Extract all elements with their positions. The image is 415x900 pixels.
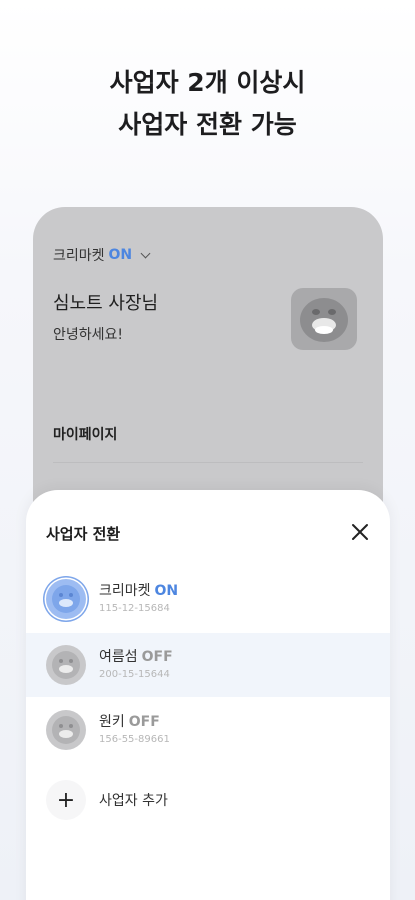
- business-item-2[interactable]: 원키 OFF 156-55-89661: [26, 698, 390, 762]
- plus-icon: +: [46, 780, 86, 820]
- business-name-row: 크리마켓 ON: [99, 580, 178, 600]
- greeting-text: 안녕하세요!: [53, 327, 124, 343]
- divider: [53, 462, 363, 463]
- store-selector[interactable]: 크리마켓 ON: [53, 245, 151, 265]
- business-switch-sheet: 사업자 전환 크리마켓 ON 115-12-15684 여름섬 OFF 200-…: [26, 490, 390, 900]
- add-business-button[interactable]: + 사업자 추가: [26, 780, 390, 820]
- business-name-row: 원키 OFF: [99, 711, 160, 731]
- business-avatar-active: [46, 579, 86, 619]
- business-name: 원키: [99, 714, 125, 730]
- owner-title: 심노트 사장님: [53, 293, 159, 314]
- character-face-icon: [52, 716, 80, 744]
- character-face-icon: [52, 585, 80, 613]
- close-icon[interactable]: [350, 522, 370, 542]
- business-name-row: 여름섬 OFF: [99, 646, 173, 666]
- business-number: 115-12-15684: [99, 603, 170, 614]
- headline: 사업자 2개 이상시 사업자 전환 가능: [0, 62, 415, 146]
- business-status: OFF: [128, 714, 160, 730]
- sheet-title: 사업자 전환: [46, 525, 121, 543]
- business-name: 크리마켓: [99, 583, 151, 599]
- business-item-1[interactable]: 여름섬 OFF 200-15-15644: [26, 633, 390, 697]
- headline-line-2: 사업자 전환 가능: [118, 110, 297, 139]
- business-status: ON: [154, 583, 179, 599]
- menu-mypage[interactable]: 마이페이지: [53, 424, 117, 444]
- headline-line-1: 사업자 2개 이상시: [109, 68, 306, 97]
- business-number: 200-15-15644: [99, 669, 170, 680]
- business-avatar: [46, 710, 86, 750]
- character-face-icon: [300, 298, 348, 342]
- business-item-0[interactable]: 크리마켓 ON 115-12-15684: [26, 567, 390, 631]
- business-avatar: [46, 645, 86, 685]
- business-status: OFF: [141, 649, 173, 665]
- profile-avatar: [291, 288, 357, 350]
- character-face-icon: [52, 651, 80, 679]
- business-number: 156-55-89661: [99, 734, 170, 745]
- chevron-down-icon: [140, 248, 151, 258]
- store-status: ON: [108, 247, 133, 263]
- add-business-label: 사업자 추가: [99, 793, 168, 809]
- store-name: 크리마켓: [53, 248, 105, 264]
- business-name: 여름섬: [99, 649, 138, 665]
